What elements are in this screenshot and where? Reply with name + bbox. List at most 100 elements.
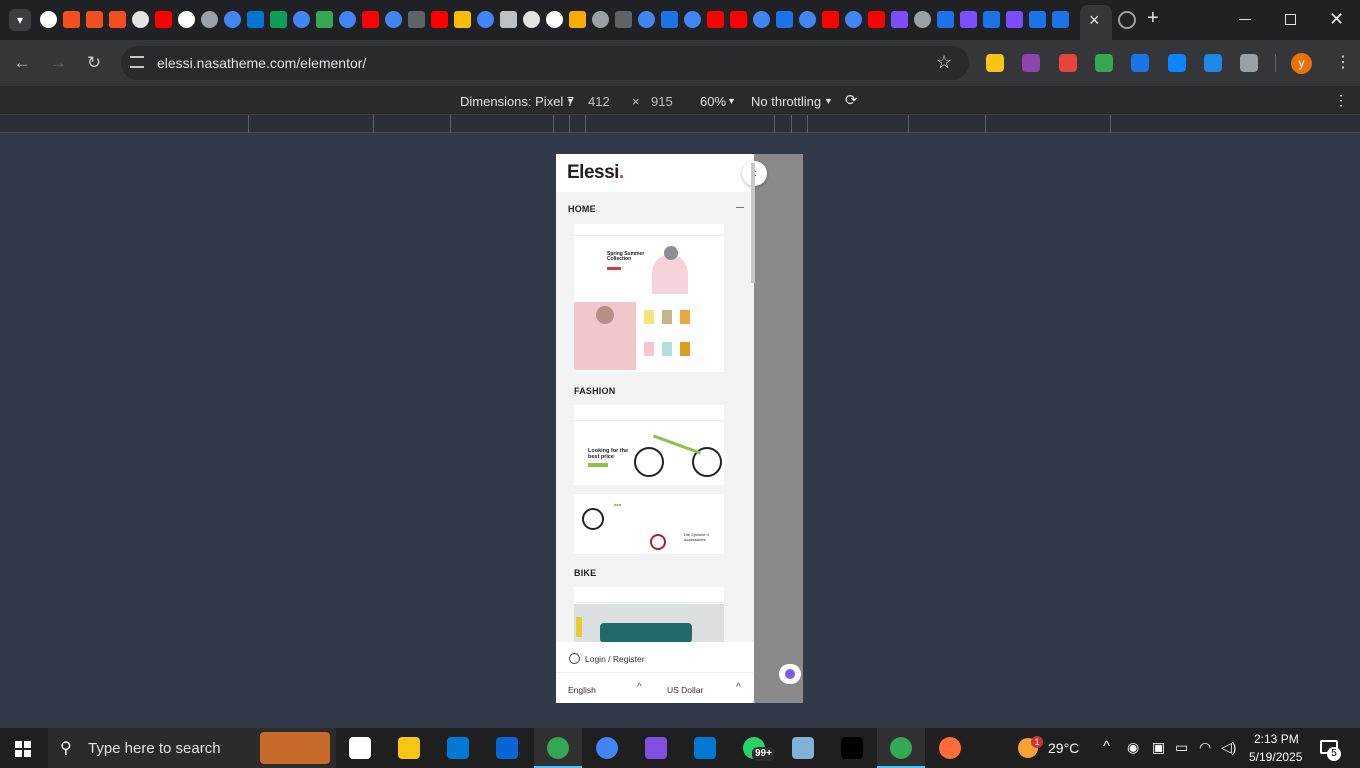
youtube-icon[interactable] bbox=[431, 11, 448, 28]
figma-icon[interactable] bbox=[86, 11, 103, 28]
google-icon[interactable] bbox=[799, 11, 816, 28]
temperature[interactable]: 29°C bbox=[1048, 740, 1079, 756]
vuetify-icon[interactable] bbox=[891, 11, 908, 28]
device-dimensions-select[interactable]: Dimensions: Pixel 7 bbox=[460, 94, 574, 109]
profile-avatar[interactable]: y bbox=[1291, 53, 1312, 74]
globe-icon[interactable] bbox=[914, 11, 931, 28]
youtube-icon[interactable] bbox=[362, 11, 379, 28]
chat-bubble-icon[interactable] bbox=[779, 664, 801, 684]
restore-icon[interactable] bbox=[1285, 14, 1296, 25]
volume-icon[interactable]: ◁) bbox=[1221, 739, 1236, 756]
device-viewport[interactable]: Elessi. HOME Spring Summer Collection FA… bbox=[556, 154, 803, 703]
bank-icon[interactable] bbox=[500, 11, 517, 28]
notepad-icon[interactable] bbox=[792, 737, 814, 759]
width-input[interactable]: 412 bbox=[588, 94, 610, 109]
task-view-icon[interactable] bbox=[349, 737, 371, 759]
edge-icon[interactable] bbox=[1167, 54, 1186, 72]
game-icon[interactable] bbox=[569, 11, 586, 28]
collapse-minus-icon[interactable] bbox=[736, 207, 744, 208]
app-icon[interactable] bbox=[661, 11, 678, 28]
keep-icon[interactable] bbox=[986, 54, 1004, 72]
globe-icon[interactable] bbox=[201, 11, 218, 28]
figma-icon[interactable] bbox=[63, 11, 80, 28]
media-query-ruler[interactable] bbox=[0, 115, 1360, 133]
throttling-select[interactable]: No throttling bbox=[751, 94, 821, 109]
camera-icon[interactable]: ▣ bbox=[1152, 739, 1165, 756]
minimize-icon[interactable] bbox=[1239, 19, 1251, 20]
drive-icon[interactable] bbox=[454, 11, 471, 28]
active-tab[interactable]: × bbox=[1080, 5, 1112, 40]
chrome-tab-icon[interactable] bbox=[1118, 11, 1136, 29]
site-info-icon[interactable] bbox=[130, 56, 144, 68]
zoom-select[interactable]: 60% bbox=[700, 94, 726, 109]
figma-icon[interactable] bbox=[109, 11, 126, 28]
battery-icon[interactable]: ▭ bbox=[1175, 739, 1188, 756]
terminal-icon[interactable] bbox=[841, 737, 863, 759]
pdf-icon[interactable] bbox=[1058, 54, 1077, 72]
google-icon[interactable] bbox=[477, 11, 494, 28]
github-icon[interactable] bbox=[40, 11, 57, 28]
font-icon[interactable] bbox=[1203, 54, 1222, 72]
google-icon[interactable] bbox=[638, 11, 655, 28]
google-icon[interactable] bbox=[684, 11, 701, 28]
openai-icon[interactable] bbox=[523, 11, 540, 28]
vuetify-icon[interactable] bbox=[1006, 11, 1023, 28]
github-desktop-icon[interactable] bbox=[645, 737, 667, 759]
reload-icon[interactable]: ↻ bbox=[83, 52, 105, 74]
chrome-icon[interactable] bbox=[547, 737, 569, 759]
vuetify-icon[interactable] bbox=[960, 11, 977, 28]
app-icon[interactable] bbox=[1052, 11, 1069, 28]
home-products-thumbnail[interactable] bbox=[574, 294, 724, 372]
currency-select[interactable]: US Dollar bbox=[667, 685, 703, 695]
tray-chevron-icon[interactable]: ^ bbox=[1103, 738, 1110, 755]
devtools-more-icon[interactable]: ⋮ bbox=[1334, 92, 1348, 109]
rotate-icon[interactable]: ⟳ bbox=[845, 91, 858, 109]
menu-item-bike[interactable]: BIKE bbox=[574, 568, 596, 578]
file-explorer-icon[interactable] bbox=[398, 737, 420, 759]
clock-time[interactable]: 2:13 PM bbox=[1254, 732, 1299, 746]
menu-item-home[interactable]: HOME bbox=[568, 204, 596, 214]
chrome-icon[interactable] bbox=[890, 737, 912, 759]
openai-icon[interactable] bbox=[132, 11, 149, 28]
wifi-icon[interactable]: ◠ bbox=[1199, 739, 1211, 756]
globe-icon[interactable] bbox=[592, 11, 609, 28]
fashion-demo-thumbnail[interactable]: Looking for the best price bbox=[574, 405, 724, 485]
youtube-icon[interactable] bbox=[707, 11, 724, 28]
mail-icon[interactable] bbox=[1131, 54, 1150, 72]
new-tab-button[interactable]: + bbox=[1147, 7, 1159, 30]
google-icon[interactable] bbox=[385, 11, 402, 28]
tab-icon[interactable] bbox=[408, 11, 425, 28]
menu-item-fashion[interactable]: FASHION bbox=[574, 386, 615, 396]
fashion-products-thumbnail[interactable]: ■■■ Die Cyclone 4 Accessories bbox=[574, 494, 724, 554]
menu-scroll-area[interactable]: HOME Spring Summer Collection FASHION Lo… bbox=[556, 192, 754, 642]
scrollbar[interactable] bbox=[751, 163, 755, 283]
google-icon[interactable] bbox=[753, 11, 770, 28]
window-close-icon[interactable]: ✕ bbox=[1329, 9, 1344, 30]
home-demo-thumbnail[interactable]: Spring Summer Collection bbox=[574, 224, 724, 294]
app-icon[interactable] bbox=[1029, 11, 1046, 28]
youtube-icon[interactable] bbox=[868, 11, 885, 28]
language-select[interactable]: English bbox=[568, 685, 596, 695]
omnibox[interactable]: elessi.nasatheme.com/elementor/ ☆ bbox=[121, 46, 969, 80]
brain-icon[interactable] bbox=[1022, 54, 1041, 72]
google-icon[interactable] bbox=[845, 11, 862, 28]
chrome-menu-icon[interactable]: ⋮ bbox=[1335, 52, 1351, 72]
record-icon[interactable]: ◉ bbox=[1127, 739, 1139, 756]
bookmark-star-icon[interactable]: ☆ bbox=[936, 52, 952, 73]
chrome-icon[interactable] bbox=[596, 737, 618, 759]
taskbar-search-box[interactable]: ⚲ Type here to search bbox=[48, 728, 336, 768]
sheets-icon[interactable] bbox=[270, 11, 287, 28]
youtube-icon[interactable] bbox=[730, 11, 747, 28]
youtube-icon[interactable] bbox=[155, 11, 172, 28]
store-icon[interactable] bbox=[447, 737, 469, 759]
bike-demo-thumbnail[interactable] bbox=[574, 587, 724, 642]
height-input[interactable]: 915 bbox=[651, 94, 673, 109]
google-icon[interactable] bbox=[224, 11, 241, 28]
youtube-icon[interactable] bbox=[822, 11, 839, 28]
app-icon[interactable] bbox=[776, 11, 793, 28]
tab-icon[interactable] bbox=[615, 11, 632, 28]
shield-icon[interactable] bbox=[316, 11, 333, 28]
back-arrow-icon[interactable]: ← bbox=[11, 52, 33, 74]
github-icon[interactable] bbox=[178, 11, 195, 28]
url-text[interactable]: elessi.nasatheme.com/elementor/ bbox=[157, 55, 366, 71]
